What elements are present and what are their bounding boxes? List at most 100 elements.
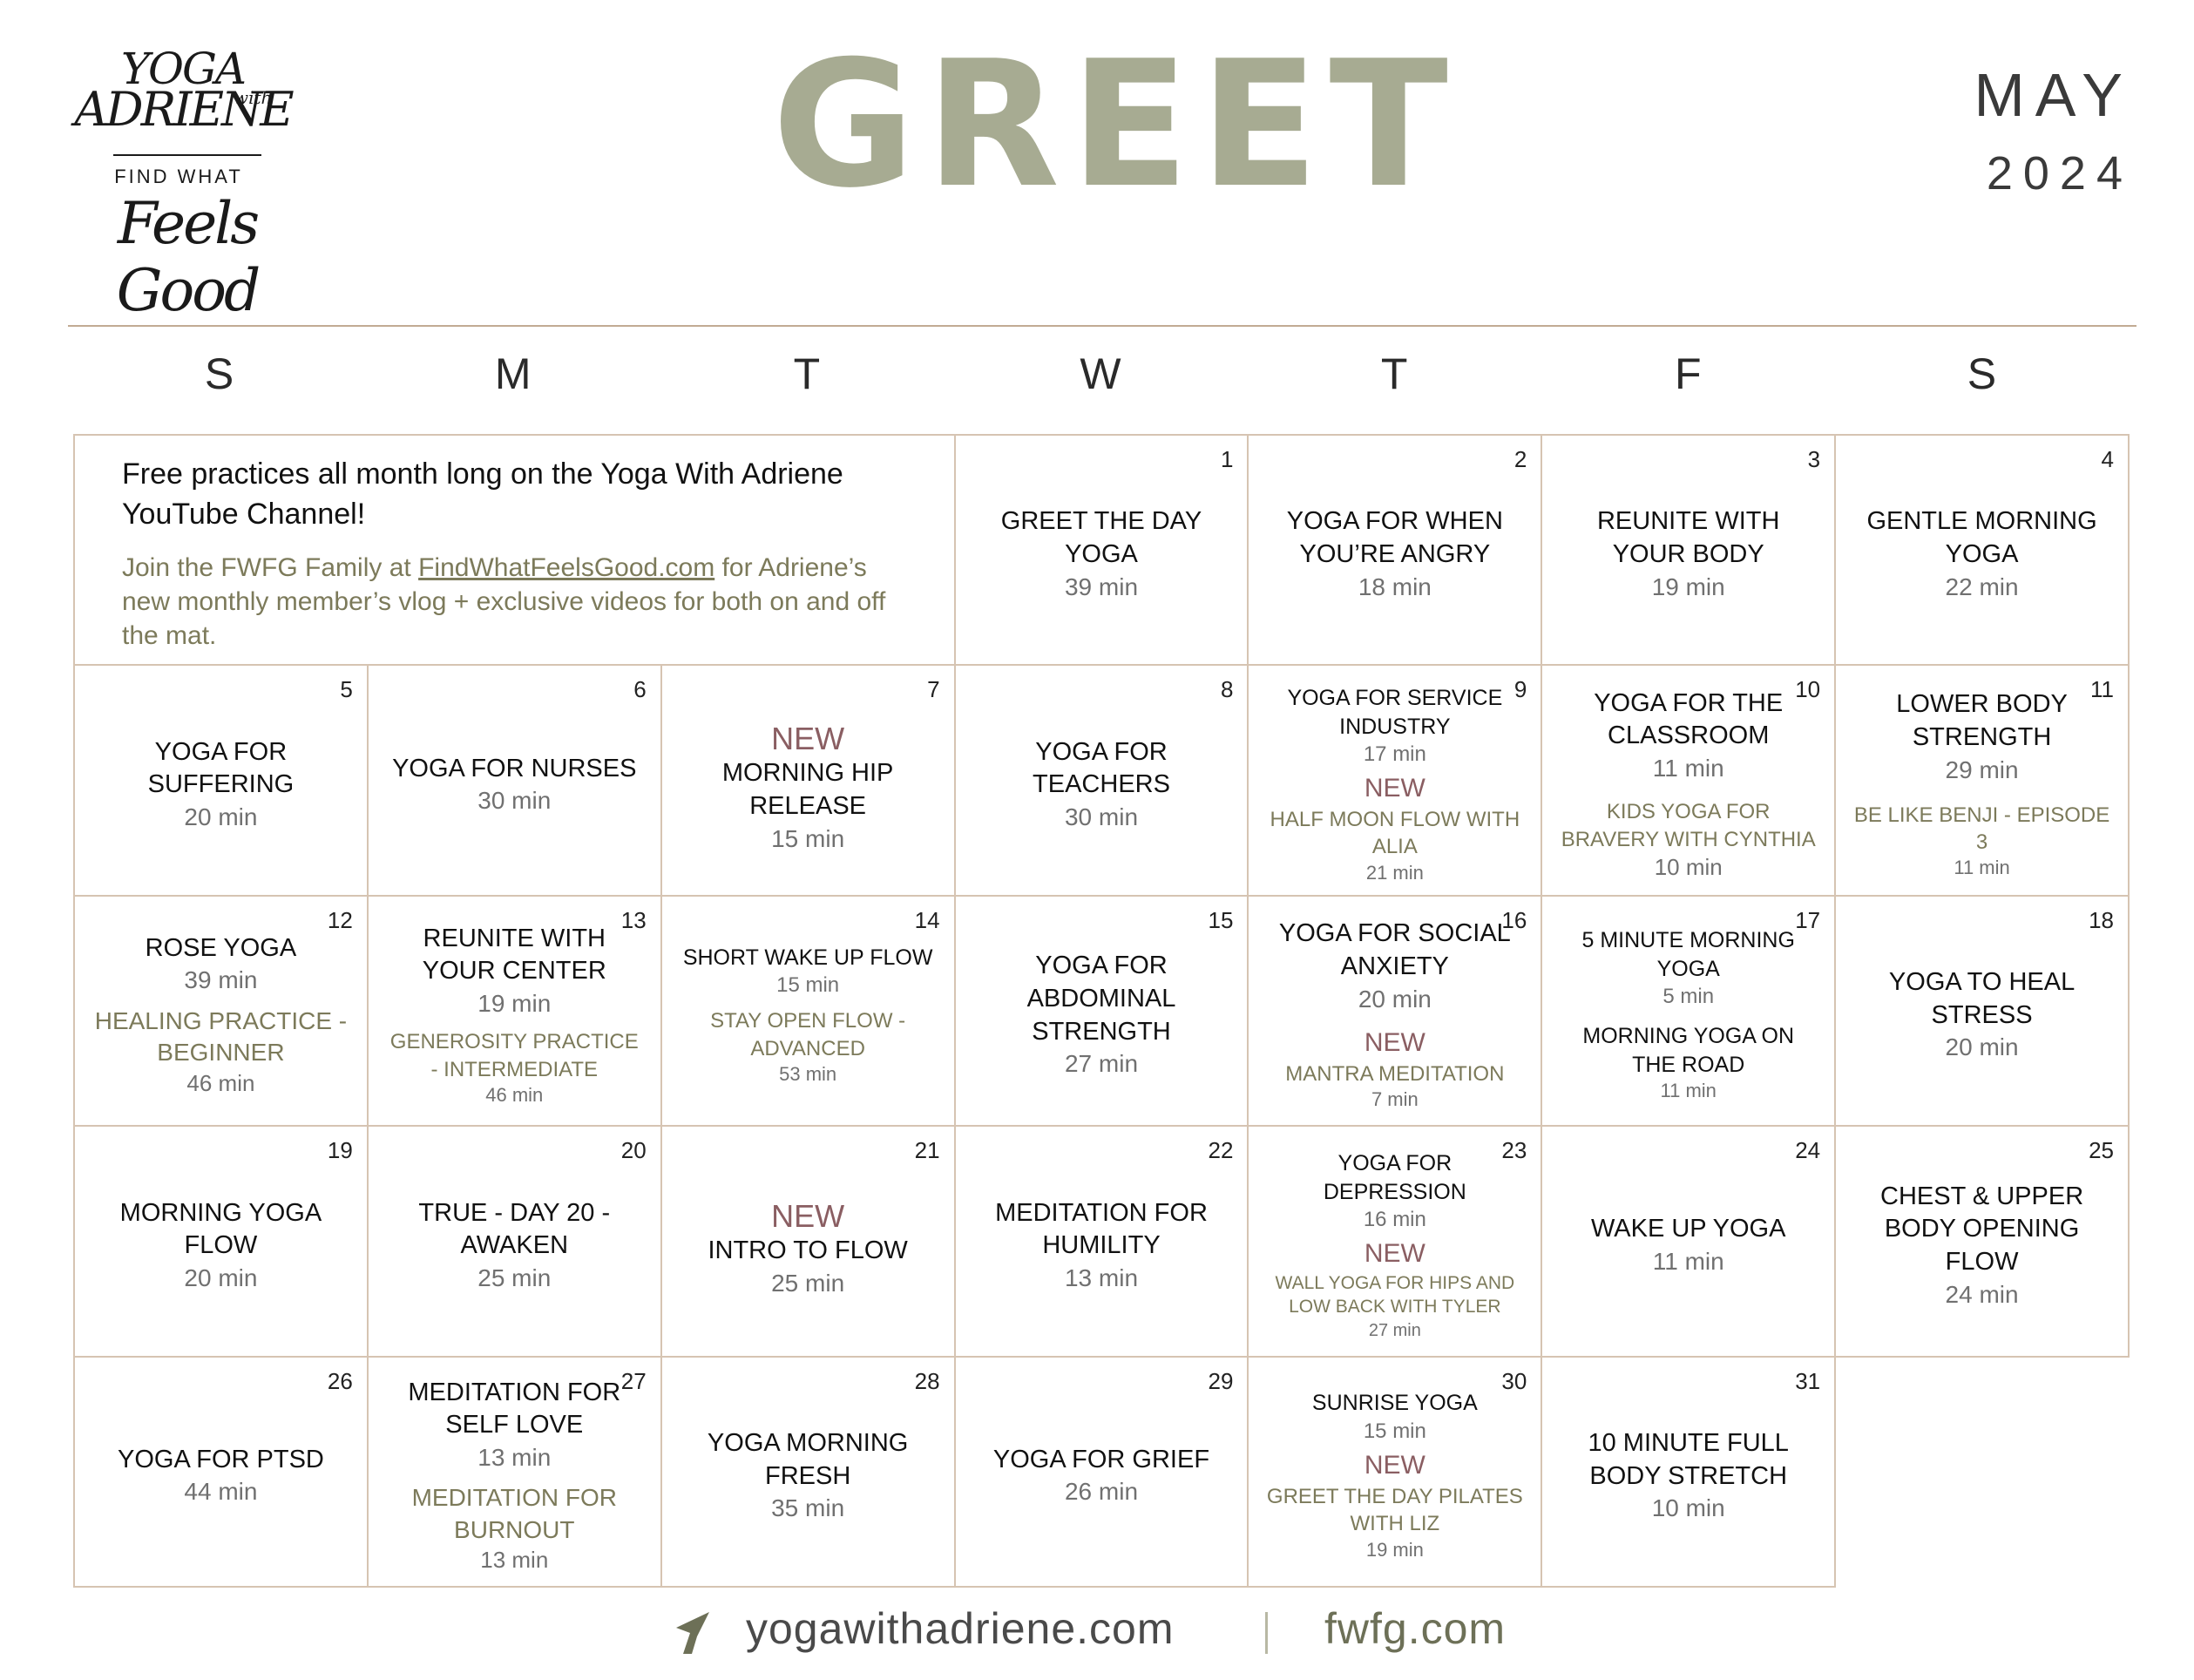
- calendar-day-7[interactable]: 7 NEW MORNING HIP RELEASE 15 min: [661, 666, 956, 897]
- calendar-day-5[interactable]: 5 YOGA FOR SUFFERING 20 min: [75, 666, 369, 897]
- secondary-practice-duration: 27 min: [1368, 1320, 1421, 1340]
- practice-title: YOGA FOR SOCIAL ANXIETY: [1278, 919, 1511, 980]
- practice-title: GENTLE MORNING YOGA: [1866, 507, 2097, 568]
- practice-duration: 20 min: [1945, 1033, 2019, 1061]
- practice-duration: 26 min: [1064, 1478, 1139, 1506]
- calendar-day-23[interactable]: 23 YOGA FOR DEPRESSION 16 min NEW WALL Y…: [1249, 1127, 1543, 1358]
- secondary-practice-duration: 46 min: [186, 1069, 255, 1096]
- secondary-practice-title: HEALING PRACTICE - BEGINNER: [94, 1006, 348, 1067]
- secondary-practice-duration: 11 min: [1954, 857, 2010, 879]
- day-number: 15: [1208, 906, 1234, 933]
- calendar-day-31[interactable]: 31 10 MINUTE FULL BODY STRETCH 10 min: [1542, 1357, 1837, 1588]
- day-number: 4: [2101, 446, 2114, 472]
- calendar-day-10[interactable]: 10 YOGA FOR THE CLASSROOM 11 min KIDS YO…: [1542, 666, 1837, 897]
- practice-title: SHORT WAKE UP FLOW: [682, 945, 933, 970]
- calendar-day-13[interactable]: 13 REUNITE WITH YOUR CENTER 19 min GENER…: [368, 896, 662, 1128]
- intro-body-prefix: Join the FWFG Family at: [122, 552, 419, 582]
- practice-title: 10 MINUTE FULL BODY STRETCH: [1588, 1428, 1789, 1490]
- day-number: 26: [327, 1367, 353, 1394]
- calendar-day-29[interactable]: 29 YOGA FOR GRIEF 26 min: [955, 1357, 1249, 1588]
- secondary-practice-title: GENEROSITY PRACTICE - INTERMEDIATE: [389, 1030, 639, 1081]
- calendar-day-16[interactable]: 16 YOGA FOR SOCIAL ANXIETY 20 min NEW MA…: [1249, 896, 1543, 1128]
- calendar-day-6[interactable]: 6 YOGA FOR NURSES 30 min: [368, 666, 662, 897]
- day-number: 16: [1501, 906, 1527, 933]
- calendar-day-15[interactable]: 15 YOGA FOR ABDOMINAL STRENGTH 27 min: [955, 896, 1249, 1128]
- secondary-practice-title: GREET THE DAY PILATES WITH LIZ: [1266, 1485, 1523, 1536]
- practice-title: LOWER BODY STRENGTH: [1896, 690, 2068, 751]
- secondary-practice-title: MANTRA MEDITATION: [1285, 1061, 1505, 1086]
- secondary-practice-duration: 10 min: [1654, 853, 1723, 880]
- day-number: 19: [327, 1137, 353, 1164]
- day-header-tuesday: T: [793, 349, 823, 398]
- calendar-day-24[interactable]: 24 WAKE UP YOGA 11 min: [1542, 1127, 1837, 1358]
- new-badge: NEW: [1364, 1027, 1425, 1057]
- calendar-day-11[interactable]: 11 LOWER BODY STRENGTH 29 min BE LIKE BE…: [1836, 666, 2130, 897]
- calendar-day-20[interactable]: 20 TRUE - DAY 20 - AWAKEN 25 min: [368, 1127, 662, 1358]
- practice-duration: 5 min: [1662, 985, 1715, 1009]
- practice-title: YOGA TO HEAL STRESS: [1888, 968, 2075, 1029]
- practice-title: SUNRISE YOGA: [1311, 1391, 1478, 1416]
- secondary-practice-title: STAY OPEN FLOW - ADVANCED: [710, 1009, 906, 1060]
- day-number: 13: [620, 906, 647, 933]
- day-number: 24: [1795, 1137, 1821, 1164]
- day-header-wednesday: W: [1080, 349, 1123, 398]
- secondary-practice-duration: 21 min: [1365, 861, 1424, 884]
- practice-duration: 15 min: [776, 973, 840, 998]
- calendar-day-17[interactable]: 17 5 MINUTE MORNING YOGA 5 min MORNING Y…: [1542, 896, 1837, 1128]
- practice-duration: 35 min: [771, 1494, 845, 1522]
- practice-duration: 39 min: [1064, 572, 1139, 600]
- day-number: 3: [1807, 446, 1821, 472]
- practice-duration: 19 min: [477, 990, 552, 1017]
- practice-title: YOGA FOR GRIEF: [992, 1445, 1210, 1473]
- day-number: 1: [1220, 446, 1234, 472]
- calendar-day-2[interactable]: 2 YOGA FOR WHEN YOU’RE ANGRY 18 min: [1249, 436, 1543, 667]
- calendar-day-4[interactable]: 4 GENTLE MORNING YOGA 22 min: [1836, 436, 2130, 667]
- brand-logo: YOGA with ADRIENE FIND WHAT Feels Good: [52, 44, 314, 324]
- yogawithadriene-link[interactable]: yogawithadriene.com: [746, 1603, 1175, 1654]
- practice-title: YOGA FOR NURSES: [392, 754, 637, 782]
- practice-duration: 19 min: [1651, 572, 1725, 600]
- arrow-icon: [676, 1612, 709, 1654]
- fwfg-footer-link[interactable]: fwfg.com: [1324, 1603, 1506, 1654]
- practice-title: INTRO TO FLOW: [708, 1236, 908, 1264]
- day-number: 18: [2089, 906, 2114, 933]
- calendar-day-21[interactable]: 21 NEW INTRO TO FLOW 25 min: [661, 1127, 956, 1358]
- calendar-day-28[interactable]: 28 YOGA MORNING FRESH 35 min: [661, 1357, 956, 1588]
- new-badge: NEW: [771, 721, 845, 757]
- new-badge: NEW: [1364, 1239, 1425, 1269]
- calendar-day-18[interactable]: 18 YOGA TO HEAL STRESS 20 min: [1836, 896, 2130, 1128]
- day-number: 22: [1208, 1137, 1234, 1164]
- calendar-day-30[interactable]: 30 SUNRISE YOGA 15 min NEW GREET THE DAY…: [1249, 1357, 1543, 1588]
- calendar-day-3[interactable]: 3 REUNITE WITH YOUR BODY 19 min: [1542, 436, 1837, 667]
- practice-duration: 16 min: [1363, 1208, 1426, 1231]
- practice-duration: 39 min: [184, 966, 258, 994]
- calendar-day-27[interactable]: 27 MEDITATION FOR SELF LOVE 13 min MEDIT…: [368, 1357, 662, 1588]
- day-number: 9: [1513, 676, 1527, 703]
- calendar-day-26[interactable]: 26 YOGA FOR PTSD 44 min: [75, 1357, 369, 1588]
- secondary-practice-title: KIDS YOGA FOR BRAVERY WITH CYNTHIA: [1561, 800, 1816, 851]
- calendar-grid: Free practices all month long on the Yog…: [73, 434, 2130, 1588]
- practice-title: YOGA FOR THE CLASSROOM: [1594, 688, 1784, 750]
- header-divider: [68, 325, 2136, 327]
- practice-title: CHEST & UPPER BODY OPENING FLOW: [1880, 1182, 2084, 1277]
- calendar-day-9[interactable]: 9 YOGA FOR SERVICE INDUSTRY 17 min NEW H…: [1249, 666, 1543, 897]
- calendar-day-1[interactable]: 1 GREET THE DAY YOGA 39 min: [955, 436, 1249, 667]
- practice-title: YOGA FOR SUFFERING: [147, 737, 295, 799]
- calendar-day-8[interactable]: 8 YOGA FOR TEACHERS 30 min: [955, 666, 1249, 897]
- practice-title: GREET THE DAY YOGA: [1000, 507, 1202, 568]
- year-label: 2024: [1986, 147, 2133, 200]
- calendar-day-22[interactable]: 22 MEDITATION FOR HUMILITY 13 min: [955, 1127, 1249, 1358]
- practice-title: MEDITATION FOR SELF LOVE: [408, 1378, 621, 1440]
- fwfg-link[interactable]: FindWhatFeelsGood.com: [418, 553, 714, 582]
- practice-duration: 30 min: [477, 787, 552, 815]
- practice-duration: 15 min: [1363, 1419, 1426, 1443]
- calendar-day-12[interactable]: 12 ROSE YOGA 39 min HEALING PRACTICE - B…: [75, 896, 369, 1128]
- calendar-day-19[interactable]: 19 MORNING YOGA FLOW 20 min: [75, 1127, 369, 1358]
- practice-title: YOGA FOR ABDOMINAL STRENGTH: [1026, 952, 1176, 1046]
- day-number: 20: [620, 1137, 647, 1164]
- practice-duration: 11 min: [1652, 1248, 1724, 1276]
- day-number: 21: [914, 1137, 940, 1164]
- calendar-day-25[interactable]: 25 CHEST & UPPER BODY OPENING FLOW 24 mi…: [1836, 1127, 2130, 1358]
- day-number: 2: [1513, 446, 1527, 472]
- calendar-day-14[interactable]: 14 SHORT WAKE UP FLOW 15 min STAY OPEN F…: [661, 896, 956, 1128]
